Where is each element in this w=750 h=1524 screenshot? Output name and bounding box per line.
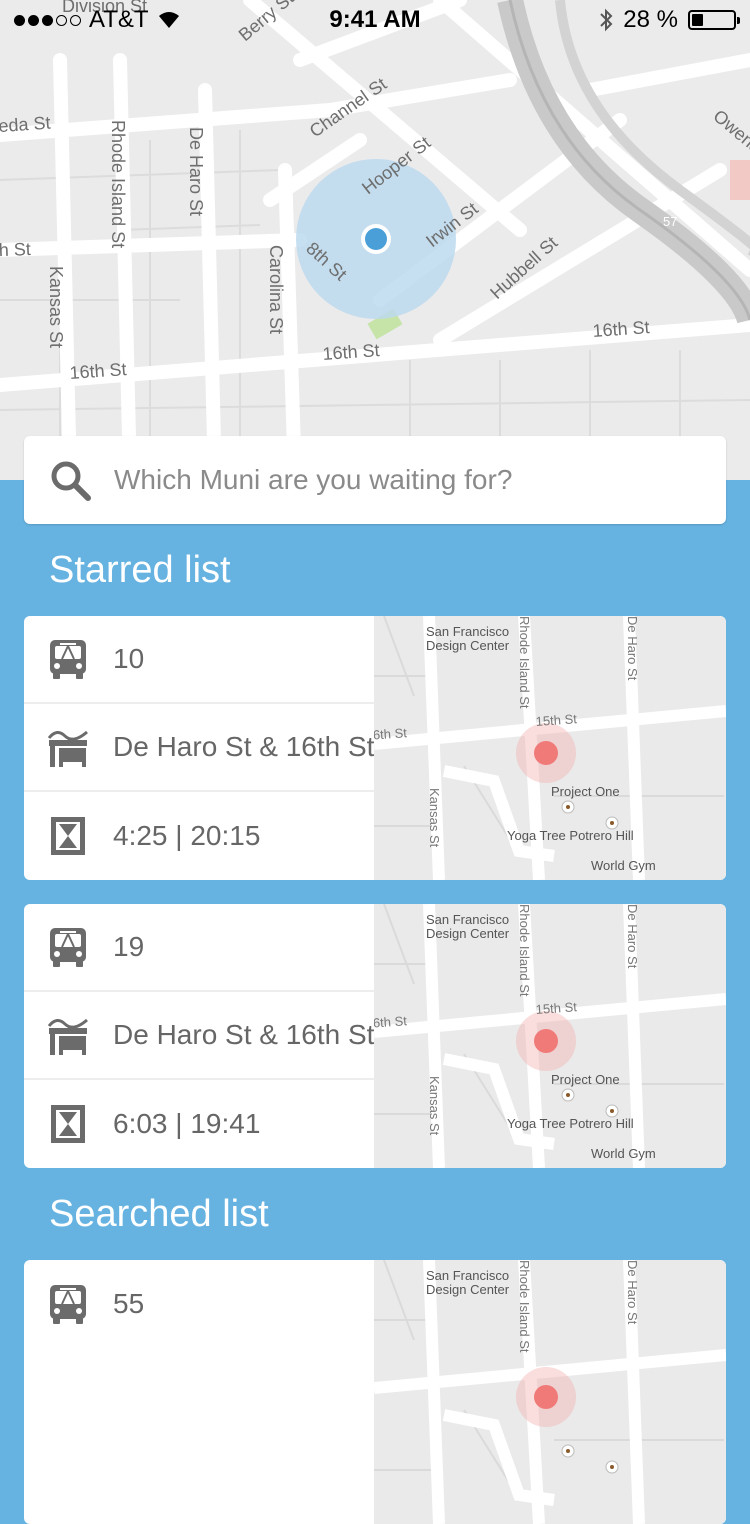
bus-icon [47, 1283, 89, 1325]
stop-map[interactable]: San Francisco Design Center Project One … [374, 904, 726, 1168]
battery-percent: 28 % [623, 6, 678, 33]
stop-name: De Haro St & 16th St [113, 731, 374, 762]
map-label-16th-b: 16th St [322, 340, 380, 364]
bus-stop-icon [47, 1014, 89, 1056]
poi-project-one: Project One [551, 1072, 620, 1087]
poi-design-center-2: Design Center [426, 926, 510, 941]
bus-icon [47, 926, 89, 968]
map-label-16th-a: 16th St [592, 317, 650, 341]
map-label-16th-c: 16th St [69, 359, 127, 383]
time-row: 4:25 | 20:15 [24, 792, 374, 880]
map-label-57: 57 [663, 214, 677, 229]
poi-design-center-2: Design Center [426, 1282, 510, 1297]
starred-card-2[interactable]: 19 De Haro St & 16th St 6:03 | 19:41 San… [24, 904, 726, 1168]
card-info: 19 De Haro St & 16th St 6:03 | 19:41 [24, 904, 374, 1168]
starred-card-1[interactable]: 10 De Haro St & 16th St 4:25 | 20:15 San… [24, 616, 726, 880]
map-label-rhode-island: Rhode Island St [108, 120, 128, 248]
search-input[interactable] [112, 463, 676, 497]
map-label-15th: 15th St [0, 239, 31, 261]
status-right: 28 % [599, 6, 740, 34]
stop-name: De Haro St & 16th St [113, 1019, 374, 1050]
street-16th: 16th St [374, 1013, 408, 1031]
street-de-haro: De Haro St [625, 1260, 640, 1325]
route-row: 55 [24, 1260, 374, 1348]
stop-row: De Haro St & 16th St [24, 992, 374, 1080]
starred-list-title: Starred list [49, 549, 231, 591]
route-row: 19 [24, 904, 374, 992]
street-15th: 15th St [535, 711, 578, 729]
route-number: 19 [113, 931, 145, 962]
searched-list-title: Searched list [49, 1193, 269, 1235]
poi-design-center-1: San Francisco [426, 1268, 509, 1283]
searched-card-1[interactable]: 55 San Francisco Design Center Rhode Isl… [24, 1260, 726, 1524]
street-kansas: Kansas St [427, 788, 442, 848]
stop-map[interactable]: San Francisco Design Center Rhode Island… [374, 1260, 726, 1524]
poi-design-center-1: San Francisco [426, 624, 509, 639]
card-info: 10 De Haro St & 16th St 4:25 | 20:15 [24, 616, 374, 880]
poi-project-one: Project One [551, 784, 620, 799]
street-de-haro: De Haro St [625, 904, 640, 969]
battery-icon [688, 10, 740, 30]
bus-stop-icon [47, 726, 89, 768]
main-map[interactable]: Division St Berry St Channel St Hooper S… [0, 0, 750, 480]
stop-map[interactable]: San Francisco Design Center Project One … [374, 616, 726, 880]
street-rhode-island: Rhode Island St [517, 904, 532, 997]
street-de-haro: De Haro St [625, 616, 640, 681]
arrival-times: 4:25 | 20:15 [113, 820, 261, 851]
poi-yoga: Yoga Tree Potrero Hill [507, 828, 634, 843]
bus-icon [47, 638, 89, 680]
bluetooth-icon [600, 8, 613, 32]
street-rhode-island: Rhode Island St [517, 1260, 532, 1353]
stop-row: De Haro St & 16th St [24, 704, 374, 792]
poi-world-gym: World Gym [591, 858, 656, 873]
map-label-kansas: Kansas St [46, 266, 66, 348]
arrival-times: 6:03 | 19:41 [113, 1108, 261, 1139]
poi-design-center-1: San Francisco [426, 912, 509, 927]
card-info: 55 [24, 1260, 374, 1524]
poi-design-center-2: Design Center [426, 638, 510, 653]
search-bar[interactable] [24, 436, 726, 524]
status-bar: AT&T 9:41 AM 28 % [0, 0, 750, 40]
street-rhode-island: Rhode Island St [517, 616, 532, 709]
street-15th: 15th St [535, 999, 578, 1017]
route-number: 55 [113, 1288, 145, 1319]
hourglass-icon [47, 1103, 89, 1145]
map-label-carolina: Carolina St [266, 245, 286, 334]
poi-yoga: Yoga Tree Potrero Hill [507, 1116, 634, 1131]
search-icon[interactable] [48, 458, 92, 502]
battery-fill [692, 14, 704, 26]
route-row: 10 [24, 616, 374, 704]
street-16th: 16th St [374, 725, 408, 743]
street-kansas: Kansas St [427, 1076, 442, 1136]
hourglass-icon [47, 815, 89, 857]
poi-world-gym: World Gym [591, 1146, 656, 1161]
route-number: 10 [113, 643, 145, 674]
time-row: 6:03 | 19:41 [24, 1080, 374, 1168]
map-label-de-haro: De Haro St [186, 127, 206, 216]
